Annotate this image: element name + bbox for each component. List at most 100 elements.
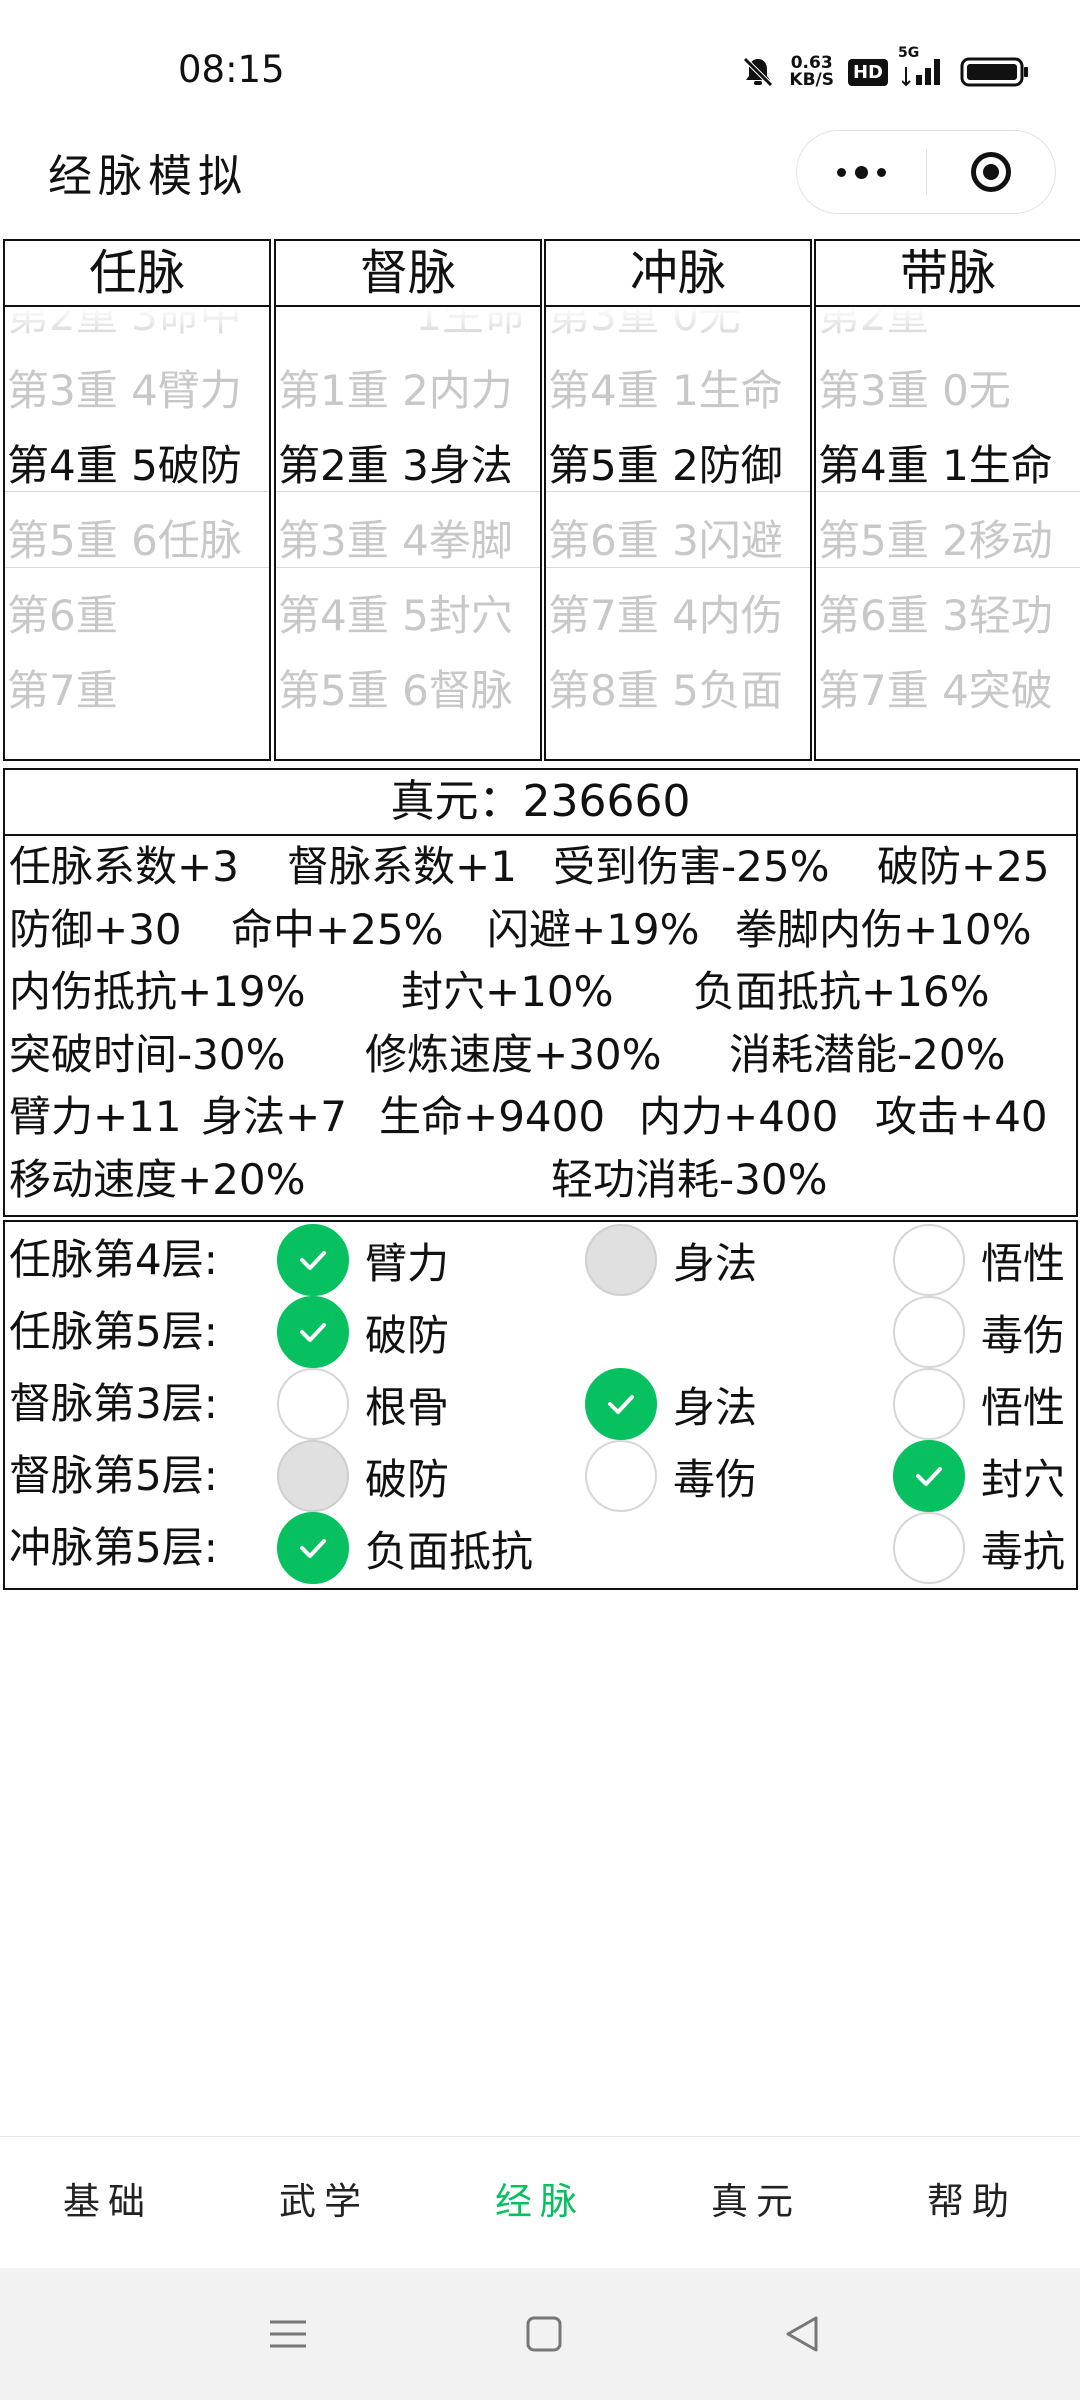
option-choice[interactable]: 毒伤: [585, 1440, 757, 1512]
option-choice[interactable]: 破防: [277, 1296, 449, 1368]
radio-unchecked[interactable]: [893, 1224, 965, 1296]
radio-checked[interactable]: [277, 1296, 349, 1368]
option-choice[interactable]: 悟性: [893, 1368, 1065, 1440]
picker-option[interactable]: 第5重 6督脉: [276, 653, 540, 728]
picker-option[interactable]: 第3重 4臂力: [5, 353, 269, 428]
picker-fade-bottom: [5, 719, 269, 759]
layer-options-panel: 任脉第4层: 臂力 身法 悟性 任脉第5层: 破防 毒伤 督脉第3层: 根骨 身法 悟性 督脉第5层:…: [3, 1220, 1078, 1590]
selection-line-top: [5, 491, 269, 492]
target-icon: [970, 152, 1011, 192]
layer-option-row: 冲脉第5层: 负面抵抗 毒抗: [5, 1512, 1076, 1584]
more-button[interactable]: [797, 131, 926, 213]
option-choice[interactable]: 毒抗: [893, 1512, 1065, 1584]
option-choice[interactable]: 破防: [277, 1440, 449, 1512]
picker-option[interactable]: 第3重 0无: [816, 353, 1080, 428]
radio-unchecked[interactable]: [585, 1440, 657, 1512]
layer-option-row: 任脉第4层: 臂力 身法 悟性: [5, 1224, 1076, 1296]
option-label: 毒伤: [673, 1454, 758, 1504]
radio-unchecked[interactable]: [893, 1296, 965, 1368]
stat-line: 任脉系数+3 督脉系数+1 受到伤害-25% 破防+25: [5, 836, 1076, 899]
stat-item: 闪避+19%: [487, 904, 700, 954]
status-time: 08:15: [178, 48, 285, 91]
tab-2[interactable]: 武学: [216, 2137, 432, 2269]
back-icon[interactable]: [780, 2312, 824, 2356]
radio-checked[interactable]: [277, 1224, 349, 1296]
layer-label: 任脉第4层:: [9, 1235, 218, 1284]
tab-1[interactable]: 基础: [0, 2137, 216, 2269]
picker-option[interactable]: 第7重: [5, 653, 269, 728]
stat-line: 防御+30 命中+25% 闪避+19% 拳脚内伤+10%: [5, 899, 1076, 962]
option-choice[interactable]: 根骨: [277, 1368, 449, 1440]
stat-item: 防御+30: [9, 904, 182, 954]
option-label: 身法: [673, 1238, 758, 1288]
option-choice[interactable]: 身法: [585, 1224, 757, 1296]
stat-item: 命中+25%: [231, 904, 444, 954]
stat-item: 攻击+40: [875, 1092, 1048, 1141]
radio-unchecked[interactable]: [893, 1512, 965, 1584]
check-icon: [916, 1467, 942, 1486]
network-speed: 0.63 KB/S: [789, 55, 834, 89]
option-label: 根骨: [365, 1382, 450, 1432]
tab-3[interactable]: 经脉: [432, 2137, 648, 2269]
radio-checked[interactable]: [893, 1440, 965, 1512]
picker-column-2[interactable]: 督脉0无1生命第1重 2内力第2重 3身法第3重 4拳脚第4重 5封穴第5重 6…: [274, 239, 542, 761]
selection-line-bottom: [816, 567, 1080, 568]
radio-disabled[interactable]: [585, 1224, 657, 1296]
close-capsule-button[interactable]: [927, 131, 1056, 213]
option-choice[interactable]: 负面抵抗: [277, 1512, 533, 1584]
stat-item: 破防+25: [877, 842, 1050, 891]
radio-checked[interactable]: [585, 1368, 657, 1440]
option-choice[interactable]: 毒伤: [893, 1296, 1065, 1368]
radio-unchecked[interactable]: [893, 1368, 965, 1440]
picker-option[interactable]: 第6重: [5, 578, 269, 653]
menu-icon[interactable]: [266, 2312, 310, 2356]
stat-item: 任脉系数+3: [9, 842, 239, 891]
more-dots-icon: [836, 165, 886, 179]
layer-label: 任脉第5层:: [9, 1307, 218, 1356]
stat-item: 生命+9400: [379, 1092, 606, 1141]
selection-line-top: [276, 491, 540, 492]
picker-column-3[interactable]: 冲脉第2重第3重 0无第4重 1生命第5重 2防御第6重 3闪避第7重 4内伤第…: [544, 239, 812, 761]
picker-fade-top: [816, 307, 1080, 347]
option-choice[interactable]: 悟性: [893, 1224, 1065, 1296]
bottom-tab-bar: 基础 武学 经脉 真元 帮助: [0, 2136, 1080, 2269]
option-label: 毒伤: [981, 1310, 1066, 1360]
picker-fade-bottom: [546, 719, 810, 759]
picker-column-4[interactable]: 带脉第1重第2重第3重 0无第4重 1生命第5重 2移动第6重 3轻功第7重 4…: [814, 239, 1080, 761]
radio-disabled[interactable]: [277, 1440, 349, 1512]
picker-header: 带脉: [816, 241, 1080, 307]
stat-item: 拳脚内伤+10%: [735, 904, 1032, 954]
picker-option[interactable]: 第8重 5负面: [546, 653, 810, 728]
picker-option[interactable]: 第4重 5封穴: [276, 578, 540, 653]
picker-fade-bottom: [816, 719, 1080, 759]
home-icon[interactable]: [522, 2312, 566, 2356]
tab-4[interactable]: 真元: [648, 2137, 864, 2269]
picker-option[interactable]: 第6重 3轻功: [816, 578, 1080, 653]
option-label: 悟性: [981, 1382, 1066, 1432]
stat-item: 修炼速度+30%: [365, 1029, 662, 1079]
check-icon: [608, 1395, 634, 1414]
check-icon: [300, 1251, 326, 1270]
picker-header: 任脉: [5, 241, 269, 307]
option-choice[interactable]: 身法: [585, 1368, 757, 1440]
layer-label: 督脉第3层:: [9, 1379, 218, 1428]
picker-option[interactable]: 第1重 2内力: [276, 353, 540, 428]
tab-5[interactable]: 帮助: [864, 2137, 1080, 2269]
option-choice[interactable]: 封穴: [893, 1440, 1065, 1512]
stat-line: 内伤抵抗+19% 封穴+10% 负面抵抗+16%: [5, 961, 1076, 1024]
picker-option[interactable]: 第4重 1生命: [546, 353, 810, 428]
picker-column-1[interactable]: 任脉第1重 2攻击第2重 3命中第3重 4臂力第4重 5破防第5重 6任脉第6重…: [3, 239, 271, 761]
layer-label: 冲脉第5层:: [9, 1523, 218, 1572]
radio-checked[interactable]: [277, 1512, 349, 1584]
picker-option[interactable]: 第7重 4突破: [816, 653, 1080, 728]
selection-line-bottom: [546, 567, 810, 568]
option-label: 臂力: [365, 1238, 450, 1288]
radio-unchecked[interactable]: [277, 1368, 349, 1440]
hd-badge: HD: [847, 58, 888, 86]
layer-option-row: 督脉第5层: 破防 毒伤 封穴: [5, 1440, 1076, 1512]
stat-item: 身法+7: [201, 1092, 347, 1141]
option-choice[interactable]: 臂力: [277, 1224, 449, 1296]
option-label: 破防: [365, 1310, 450, 1360]
option-label: 身法: [673, 1382, 758, 1432]
picker-option[interactable]: 第7重 4内伤: [546, 578, 810, 653]
